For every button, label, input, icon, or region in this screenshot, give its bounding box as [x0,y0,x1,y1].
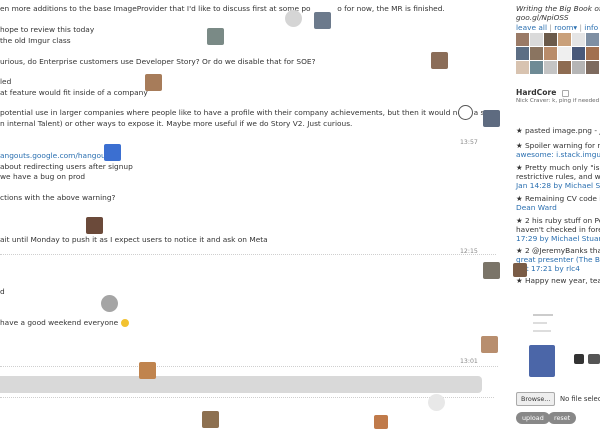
user-avatar[interactable] [314,12,331,29]
user-avatar[interactable] [374,415,388,429]
starred-item-link[interactable]: great presenter (The Birth [516,255,600,264]
chat-message: led [0,77,12,86]
room-name: HardCore [516,88,557,97]
user-avatar[interactable] [431,52,448,69]
message-timestamp: 13:57 [460,139,478,146]
user-avatar-grid [516,33,600,74]
reset-button[interactable]: reset [548,412,577,424]
chat-message: urious, do Enterprise customers use Deve… [0,57,316,66]
user-avatar[interactable] [574,354,584,364]
starred-item[interactable]: ★ Spoiler warning for next [516,141,600,150]
user-avatar[interactable] [139,362,156,379]
user-avatar[interactable] [101,295,118,312]
chat-message: d [0,287,5,296]
browse-button[interactable]: Browse... [516,392,556,406]
user-avatar[interactable] [588,354,600,364]
info-link[interactable]: info [584,23,598,32]
user-avatar[interactable] [530,33,543,46]
cursor-circle-icon [458,105,473,120]
divider [533,322,547,324]
starred-item-link[interactable]: awesome: i.stack.imgur.co [516,150,600,159]
room-description: Writing the Big Book of D [516,4,600,13]
user-avatar[interactable] [572,61,585,74]
starred-item[interactable]: ★ 2 his ruby stuff on Peep [516,216,600,225]
user-avatar[interactable] [516,47,529,60]
chat-message: potential use in larger companies where … [0,108,500,117]
user-avatar[interactable] [586,33,599,46]
starred-item[interactable]: ★ 2 @JeremyBanks thanks [516,246,600,255]
message-separator [0,254,496,255]
user-avatar[interactable] [544,33,557,46]
hangouts-link[interactable]: angouts.google.com/hangouts [0,151,112,161]
chat-message: ait until Monday to push it as I expect … [0,235,268,244]
starred-item-meta[interactable]: Dean Ward [516,203,557,212]
user-avatar[interactable] [516,33,529,46]
message-separator [0,397,494,398]
chat-message: at feature would fit inside of a company [0,88,148,97]
user-avatar[interactable] [572,47,585,60]
divider [533,314,553,316]
user-avatar[interactable] [86,217,103,234]
user-avatar[interactable] [428,394,445,411]
starred-item[interactable]: ★ Pretty much only "is mi [516,163,600,172]
user-avatar[interactable] [558,33,571,46]
chat-message: hope to review this today [0,25,95,34]
file-name-label: No file selec [560,395,600,403]
user-avatar[interactable] [207,28,224,45]
chat-message: the old Imgur class [0,36,71,45]
starred-item-meta[interactable]: 17:29 by Michael Stuart [516,234,600,243]
lock-icon [561,89,569,97]
room-last-message: Nick Craver: k, ping if needed [516,98,600,104]
user-avatar[interactable] [285,10,302,27]
starred-item[interactable]: ★ Happy new year, team [516,276,600,285]
user-avatar[interactable] [202,411,219,428]
pasted-image-thumbnail[interactable] [529,345,555,377]
user-avatar[interactable] [513,263,527,277]
user-avatar[interactable] [483,262,500,279]
room-title[interactable]: HardCore [516,88,569,97]
upload-button[interactable]: upload [516,412,550,424]
user-avatar[interactable] [145,74,162,91]
chat-message: n internal Talent) or other ways to expo… [0,119,353,128]
chat-message: about redirecting users after signup [0,162,133,171]
user-avatar[interactable] [481,336,498,353]
starred-item-meta[interactable]: Jan 14:28 by Michael Stu [516,181,600,190]
user-avatar[interactable] [558,61,571,74]
user-avatar[interactable] [572,33,585,46]
divider [533,330,551,332]
chat-message: have a good weekend everyone [0,318,129,328]
room-actions: leave all | room▾ | info [516,23,599,32]
starred-item[interactable]: ★ Remaining CV code is [516,194,600,203]
user-avatar[interactable] [530,61,543,74]
chat-message: ctions with the above warning? [0,193,116,202]
chat-message: en more additions to the base ImageProvi… [0,4,445,13]
chat-transcript: en more additions to the base ImageProvi… [0,0,500,429]
message-highlight-bar [0,376,482,393]
user-avatar[interactable] [558,47,571,60]
user-avatar[interactable] [516,61,529,74]
user-avatar[interactable] [104,144,121,161]
user-avatar[interactable] [530,47,543,60]
starred-item: haven't checked in forever [516,225,600,234]
chat-message: we have a bug on prod [0,172,86,181]
starred-item[interactable]: ★ pasted image.png - Jan [516,126,600,135]
user-avatar[interactable] [586,61,599,74]
user-avatar[interactable] [586,47,599,60]
message-separator [0,366,498,367]
user-avatar[interactable] [483,110,500,127]
starred-item: restrictive rules, and we m [516,172,600,181]
room-description-link[interactable]: goo.gl/NpiOSS [516,13,569,22]
leave-all-link[interactable]: leave all [516,23,547,32]
sidebar: Writing the Big Book of D goo.gl/NpiOSS … [508,0,600,429]
user-avatar[interactable] [544,47,557,60]
room-menu-link[interactable]: room▾ [554,23,577,32]
user-avatar[interactable] [544,61,557,74]
message-timestamp: 13:01 [460,358,478,365]
smile-emoji-icon [120,319,129,327]
